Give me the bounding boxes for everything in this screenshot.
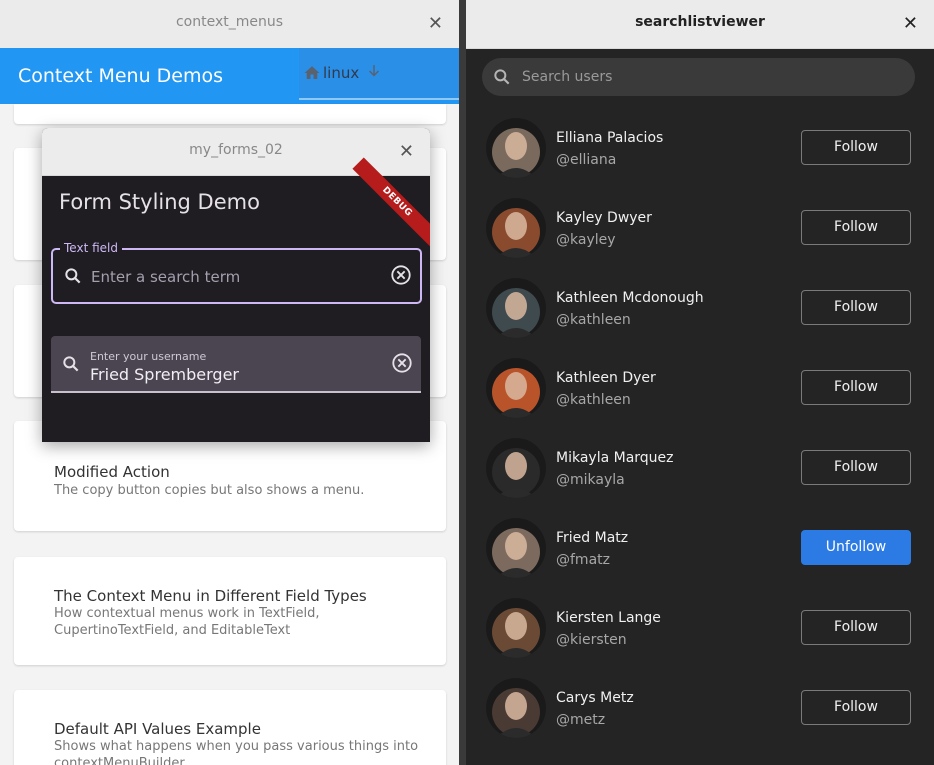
search-icon: [61, 354, 81, 378]
follow-button[interactable]: Follow: [801, 130, 911, 165]
user-name: Kathleen Mcdonough: [556, 290, 704, 306]
forms-window-title: my_forms_02: [189, 142, 283, 158]
close-icon[interactable]: ✕: [399, 141, 414, 162]
context-menus-window: context_menus ✕ Context Menu Demos linux…: [0, 0, 459, 765]
app-bar-title: Context Menu Demos: [18, 65, 224, 87]
my-forms-window: my_forms_02 ✕ DEBUG Form Styling Demo Te…: [42, 128, 430, 442]
search-icon: [63, 266, 83, 290]
user-name: Kayley Dwyer: [556, 210, 652, 226]
avatar: [486, 678, 546, 738]
user-handle: @elliana: [556, 152, 617, 168]
user-handle: @kiersten: [556, 632, 627, 648]
user-row: Mikayla Marquez @mikayla Follow: [466, 432, 934, 512]
user-name: Elliana Palacios: [556, 130, 664, 146]
avatar: [486, 518, 546, 578]
avatar: [486, 278, 546, 338]
follow-button[interactable]: Follow: [801, 290, 911, 325]
card-subtitle: How contextual menus work in TextField, …: [54, 606, 320, 638]
clear-icon[interactable]: [390, 264, 412, 290]
username-field[interactable]: Enter your username Fried Spremberger: [51, 336, 421, 393]
demo-card-default-api[interactable]: Default API Values Example Shows what ha…: [14, 690, 446, 765]
follow-button[interactable]: Follow: [801, 210, 911, 245]
user-handle: @kayley: [556, 232, 616, 248]
user-row: Elliana Palacios @elliana Follow: [466, 112, 934, 192]
left-window-title: context_menus: [175, 14, 284, 30]
user-row: Kathleen Dyer @kathleen Follow: [466, 352, 934, 432]
follow-button[interactable]: Follow: [801, 450, 911, 485]
right-window-titlebar: searchlistviewer ✕: [466, 0, 934, 49]
user-name: Carys Metz: [556, 690, 634, 706]
card-title: Default API Values Example: [54, 720, 261, 738]
avatar: [486, 438, 546, 498]
demo-card-field-types[interactable]: The Context Menu in Different Field Type…: [14, 557, 446, 665]
user-row: Kayley Dwyer @kayley Follow: [466, 192, 934, 272]
platform-dropdown[interactable]: linux: [299, 48, 459, 100]
text-field-label: Text field: [60, 241, 122, 255]
search-icon: [492, 67, 512, 91]
user-name: Kiersten Lange: [556, 610, 661, 626]
card-title: Modified Action: [54, 463, 170, 481]
user-row: Carys Metz @metz Follow: [466, 672, 934, 752]
follow-button[interactable]: Follow: [801, 370, 911, 405]
arrow-down-icon: [365, 62, 383, 84]
username-value: Fried Spremberger: [90, 365, 239, 384]
right-window-title: searchlistviewer: [635, 14, 765, 30]
avatar: [486, 118, 546, 178]
card-subtitle: The copy button copies but also shows a …: [54, 483, 365, 498]
search-term-placeholder: Enter a search term: [91, 268, 241, 286]
home-icon: [303, 64, 321, 86]
user-row: Kathleen Mcdonough @kathleen Follow: [466, 272, 934, 352]
left-window-titlebar: context_menus ✕: [0, 0, 459, 49]
clear-icon[interactable]: [391, 352, 413, 378]
user-handle: @mikayla: [556, 472, 625, 488]
searchlistviewer-window: searchlistviewer ✕ Search users Elliana …: [466, 0, 934, 765]
follow-button[interactable]: Follow: [801, 690, 911, 725]
user-row: Kiersten Lange @kiersten Follow: [466, 592, 934, 672]
demo-card[interactable]: [14, 104, 446, 124]
platform-label: linux: [323, 64, 360, 82]
avatar: [486, 198, 546, 258]
unfollow-button[interactable]: Unfollow: [801, 530, 911, 565]
close-icon[interactable]: ✕: [428, 13, 443, 34]
card-subtitle: Shows what happens when you pass various…: [54, 739, 419, 765]
user-handle: @fmatz: [556, 552, 610, 568]
user-name: Mikayla Marquez: [556, 450, 674, 466]
search-term-field[interactable]: Text field Enter a search term: [51, 241, 422, 304]
user-handle: @metz: [556, 712, 606, 728]
follow-button[interactable]: Follow: [801, 610, 911, 645]
close-icon[interactable]: ✕: [903, 13, 918, 34]
search-placeholder: Search users: [522, 69, 613, 85]
user-name: Kathleen Dyer: [556, 370, 656, 386]
search-users-input[interactable]: Search users: [482, 58, 915, 96]
app-bar: Context Menu Demos linux: [0, 48, 459, 104]
avatar: [486, 358, 546, 418]
username-label: Enter your username: [90, 350, 207, 363]
forms-heading: Form Styling Demo: [59, 190, 260, 214]
avatar: [486, 598, 546, 658]
user-handle: @kathleen: [556, 392, 631, 408]
card-title: The Context Menu in Different Field Type…: [54, 587, 367, 605]
user-row: Fried Matz @fmatz Unfollow: [466, 512, 934, 592]
user-handle: @kathleen: [556, 312, 631, 328]
user-name: Fried Matz: [556, 530, 629, 546]
